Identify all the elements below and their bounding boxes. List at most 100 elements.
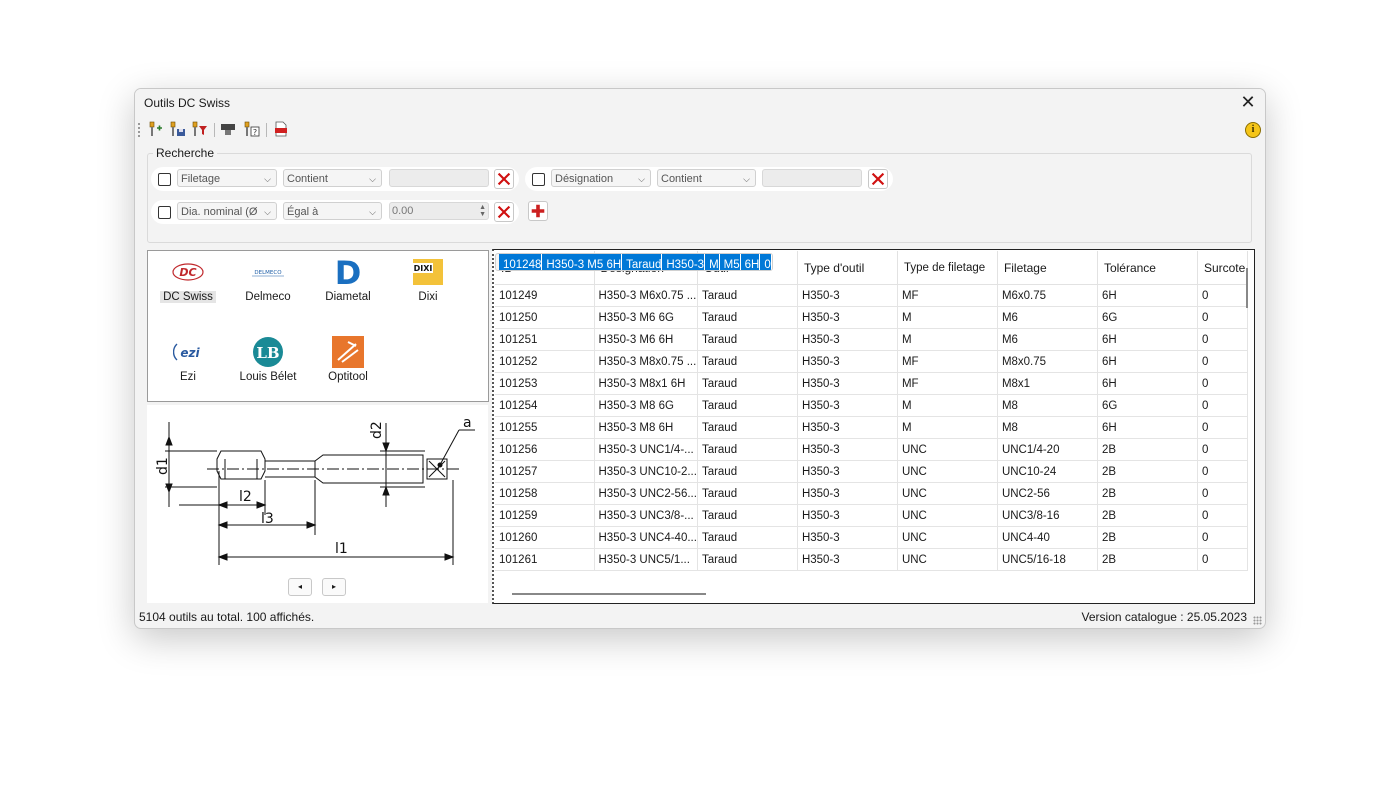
- filter-operator-select[interactable]: Contient ⌵: [283, 169, 382, 187]
- filter-operator-select[interactable]: Contient ⌵: [657, 169, 756, 187]
- resize-grip[interactable]: [1253, 616, 1262, 625]
- table-cell: H350-3 M8 6G: [594, 394, 698, 417]
- table-row[interactable]: 101249 H350-3 M6x0.75 ... Taraud H350-3 MF M6…: [495, 285, 1248, 307]
- filter-checkbox[interactable]: [532, 173, 545, 186]
- table-cell: H350-3 M8x0.75 ...: [594, 350, 698, 373]
- column-header[interactable]: Type de filetage: [897, 251, 998, 285]
- table-cell: Taraud: [697, 394, 798, 417]
- table-cell: 6H: [1097, 350, 1198, 373]
- table-cell: Taraud: [697, 482, 798, 505]
- table-cell: H350-3 M8x1 6H: [594, 372, 698, 395]
- table-cell: Taraud: [697, 372, 798, 395]
- table-row[interactable]: 101251 H350-3 M6 6H Taraud H350-3 M M6 6H 0: [495, 328, 1248, 351]
- table-cell: UNC: [897, 438, 998, 461]
- column-header[interactable]: Filetage: [997, 251, 1098, 285]
- table-row[interactable]: 101253 H350-3 M8x1 6H Taraud H350-3 MF M8x1 6H…: [495, 372, 1248, 395]
- ezi-logo-text: ezi: [180, 346, 200, 360]
- table-cell: M8x0.75: [997, 350, 1098, 373]
- catalog-version: Version catalogue : 25.05.2023: [1081, 610, 1247, 624]
- remove-filter-icon[interactable]: [494, 202, 514, 222]
- table-cell: MF: [897, 285, 998, 307]
- brand-item-diametal[interactable]: D Diametal: [312, 257, 384, 303]
- remove-filter-icon[interactable]: [494, 169, 514, 189]
- table-cell: H350-3 UNC1/4-...: [594, 438, 698, 461]
- tool-help-icon[interactable]: ?: [244, 121, 260, 137]
- table-cell: 0: [759, 254, 772, 270]
- table-row[interactable]: 101252 H350-3 M8x0.75 ... Taraud H350-3 MF M8…: [495, 350, 1248, 373]
- brand-item-delmeco[interactable]: DELMECO Delmeco: [232, 257, 304, 303]
- brand-list: DC DC Swiss DELMECO Delmeco D Diametal D…: [147, 250, 489, 402]
- table-row[interactable]: 101257 H350-3 UNC10-2... Taraud H350-3 UNC UN…: [495, 460, 1248, 483]
- brand-item-dc-swiss[interactable]: DC DC Swiss: [152, 257, 224, 303]
- filter-field-select[interactable]: Désignation ⌵: [551, 169, 651, 187]
- table-cell: H350-3 M6 6G: [594, 306, 698, 329]
- filter-operator-select[interactable]: Égal à ⌵: [283, 202, 382, 220]
- column-header[interactable]: Tolérance: [1097, 251, 1198, 285]
- search-group-label: Recherche: [153, 146, 218, 160]
- filter-value-input[interactable]: [762, 169, 862, 187]
- table-row[interactable]: 101250 H350-3 M6 6G Taraud H350-3 M M6 6G 0: [495, 306, 1248, 329]
- column-header[interactable]: Type d'outil: [797, 251, 898, 285]
- holder-icon[interactable]: [220, 121, 236, 137]
- close-icon[interactable]: ✕: [1239, 93, 1257, 111]
- tool-filter-icon[interactable]: [192, 121, 208, 137]
- table-cell: H350-3 M5 6H: [541, 254, 623, 270]
- filter-field-select[interactable]: Dia. nominal (Ø ⌵: [177, 202, 277, 220]
- table-cell: 101252: [495, 350, 595, 373]
- filter-field-value: Dia. nominal (Ø: [181, 206, 258, 218]
- table-cell: M: [897, 394, 998, 417]
- table-cell: 6H: [1097, 416, 1198, 439]
- prev-image-button[interactable]: ◂: [288, 578, 312, 596]
- brand-item-louis-belet[interactable]: LB Louis Bélet: [232, 337, 304, 383]
- table-cell: M: [897, 306, 998, 329]
- table-cell: 0: [1197, 526, 1248, 549]
- remove-filter-icon[interactable]: [868, 169, 888, 189]
- table-cell: H350-3 UNC4-40...: [594, 526, 698, 549]
- table-cell: 101253: [495, 372, 595, 395]
- add-filter-icon[interactable]: [528, 201, 548, 221]
- status-count: 5104 outils au total. 100 affichés.: [139, 610, 315, 624]
- table-cell: 2B: [1097, 548, 1198, 571]
- table-cell: H350-3: [797, 460, 898, 483]
- filter-checkbox[interactable]: [158, 206, 171, 219]
- table-row[interactable]: 101248 H350-3 M5 6H Taraud H350-3 M M5 6H 0: [495, 253, 773, 271]
- table-cell: M6: [997, 306, 1098, 329]
- table-row[interactable]: 101255 H350-3 M8 6H Taraud H350-3 M M8 6H 0: [495, 416, 1248, 439]
- table-row[interactable]: 101259 H350-3 UNC3/8-... Taraud H350-3 UNC UN…: [495, 504, 1248, 527]
- tool-add-icon[interactable]: [147, 121, 163, 137]
- table-cell: Taraud: [697, 285, 798, 307]
- horizontal-scrollbar[interactable]: [512, 593, 706, 595]
- toolbar-separator: [214, 123, 215, 137]
- table-cell: H350-3: [797, 548, 898, 571]
- stepper-arrows-icon[interactable]: ▲ ▼: [479, 204, 486, 218]
- filter-field-select[interactable]: Filetage ⌵: [177, 169, 277, 187]
- next-image-button[interactable]: ▸: [322, 578, 346, 596]
- title-bar: Outils DC Swiss ✕: [135, 89, 1265, 117]
- brand-item-optitool[interactable]: Optitool: [312, 336, 384, 383]
- column-header[interactable]: Surcote: [1197, 251, 1248, 285]
- toolbar-grip[interactable]: [138, 123, 140, 137]
- table-row[interactable]: 101261 H350-3 UNC5/1... Taraud H350-3 UNC UNC…: [495, 548, 1248, 571]
- tool-save-icon[interactable]: [170, 121, 186, 137]
- optitool-logo: [312, 336, 384, 368]
- info-icon[interactable]: i: [1245, 122, 1261, 138]
- diameter-stepper[interactable]: 0.00 ▲ ▼: [389, 202, 489, 220]
- table-cell: H350-3: [797, 350, 898, 373]
- table-cell: Taraud: [697, 504, 798, 527]
- brand-item-dixi[interactable]: DIXI Dixi: [392, 257, 464, 303]
- brand-item-ezi[interactable]: ezi Ezi: [152, 337, 224, 383]
- delmeco-logo-text: DELMECO: [254, 270, 282, 276]
- table-cell: Taraud: [697, 526, 798, 549]
- filter-value-input[interactable]: [389, 169, 489, 187]
- brand-label: Diametal: [325, 291, 371, 303]
- table-row[interactable]: 101258 H350-3 UNC2-56... Taraud H350-3 UNC UN…: [495, 482, 1248, 505]
- vertical-scrollbar[interactable]: [1246, 268, 1248, 308]
- filter-checkbox[interactable]: [158, 173, 171, 186]
- pdf-icon[interactable]: [273, 121, 289, 137]
- table-row[interactable]: 101254 H350-3 M8 6G Taraud H350-3 M M8 6G 0: [495, 394, 1248, 417]
- table-row[interactable]: 101256 H350-3 UNC1/4-... Taraud H350-3 UNC UN…: [495, 438, 1248, 461]
- table-cell: UNC3/8-16: [997, 504, 1098, 527]
- table-row[interactable]: 101260 H350-3 UNC4-40... Taraud H350-3 UNC UN…: [495, 526, 1248, 549]
- table-cell: 2B: [1097, 482, 1198, 505]
- table-cell: MF: [897, 350, 998, 373]
